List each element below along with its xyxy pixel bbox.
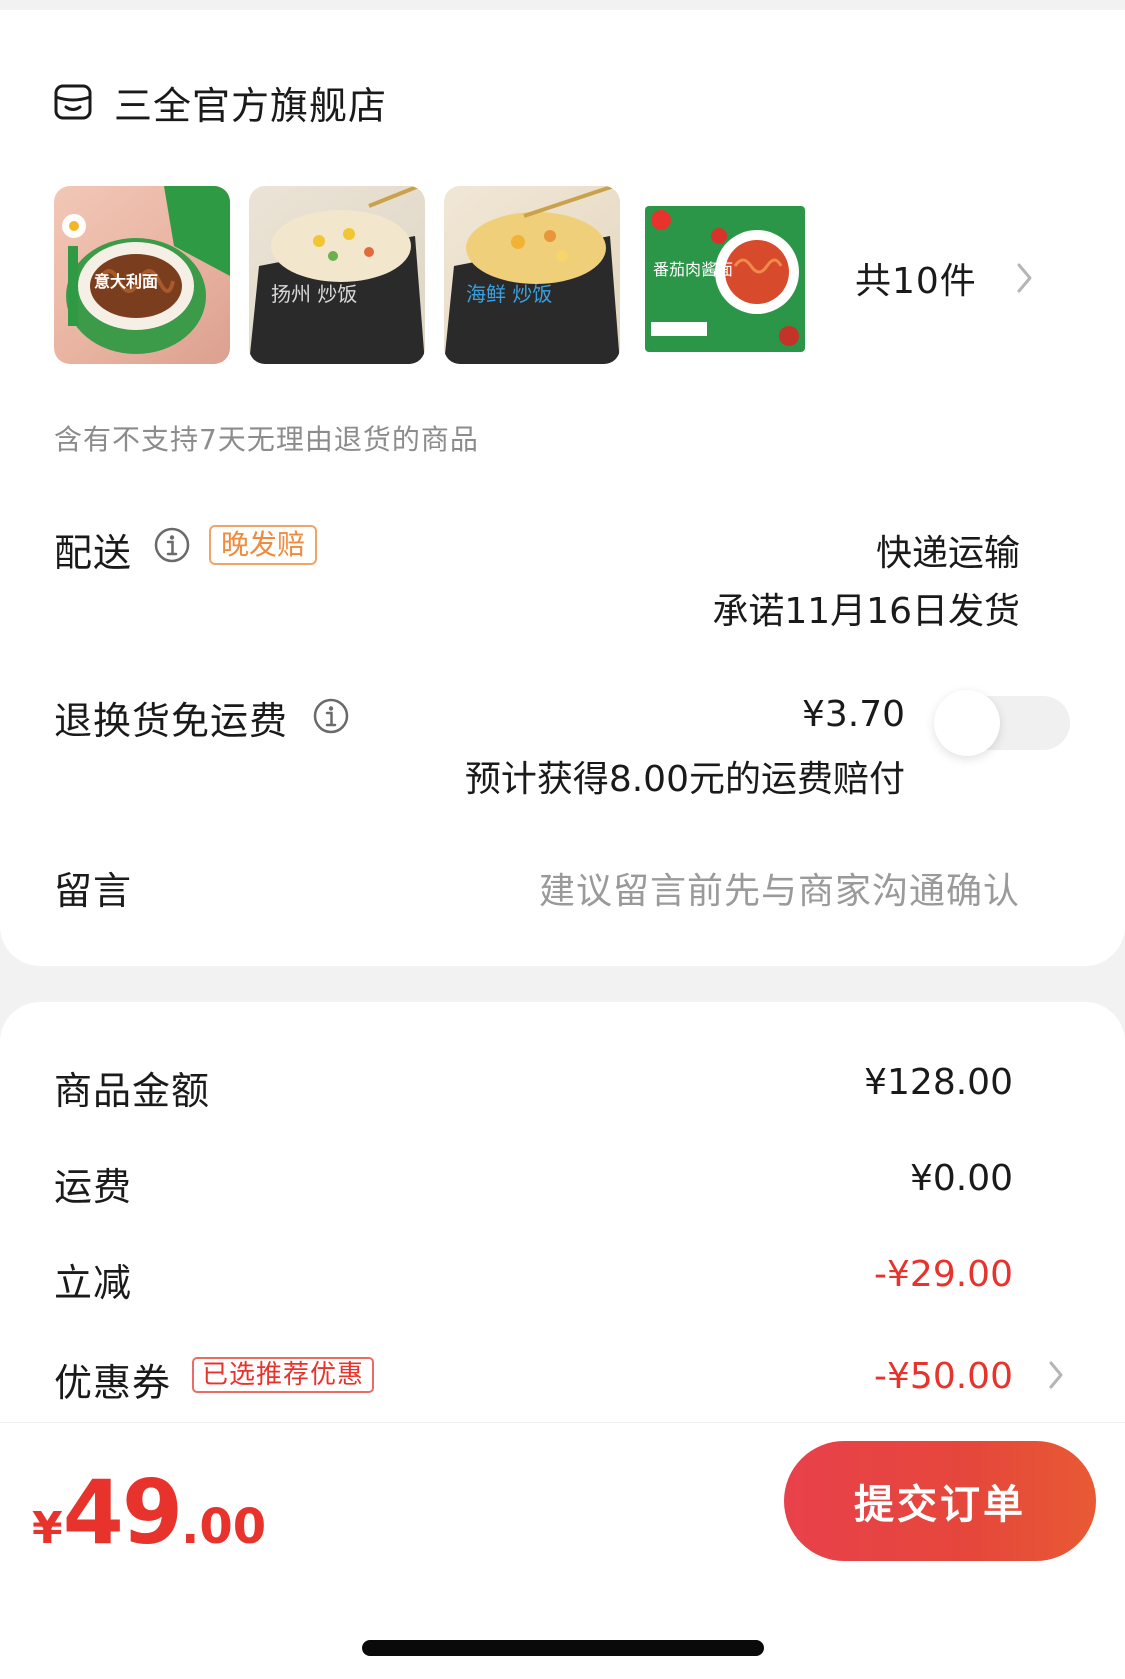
product-pack-text: 意大利面 [94,272,159,291]
chevron-right-icon[interactable] [1047,1360,1065,1390]
price-summary-card: 商品金额 ¥128.00 运费 ¥0.00 立减 -¥29.00 优惠券 已选推… [0,1002,1125,1422]
return-shipping-label: 退换货免运费 [54,699,289,743]
return-policy-notice: 含有不支持7天无理由退货的商品 [54,423,479,456]
total-integer: 49 [62,1461,183,1564]
shipping-fee-value: ¥0.00 [909,1158,1013,1199]
late-shipment-compensation-tag: 晚发赔 [209,525,318,565]
store-name: 三全官方旗舰店 [114,83,388,128]
return-shipping-toggle[interactable] [934,690,1070,756]
instant-discount-label: 立减 [54,1261,133,1305]
product-count-label: 共10件 [855,261,977,302]
product-thumbnail-seafood-fried-rice[interactable]: 海鲜 炒饭 [444,186,620,364]
return-shipping-price: ¥3.70 [801,694,905,735]
coupon-label[interactable]: 优惠券 [54,1352,171,1407]
info-icon[interactable] [312,697,350,735]
product-thumbnails[interactable]: 意大利面 扬州 炒饭 海鲜 炒饭 番茄肉酱面 [54,186,834,364]
shipping-fee-label: 运费 [54,1165,133,1209]
return-shipping-compensation: 预计获得8.00元的运费赔付 [464,759,905,800]
toggle-knob [934,690,1000,756]
info-icon[interactable] [153,526,191,564]
product-count[interactable]: 共10件 [855,252,1035,304]
coupon-value[interactable]: -¥50.00 [874,1356,1013,1397]
goods-amount-value: ¥128.00 [864,1062,1013,1103]
store-icon [54,84,92,120]
shipping-method: 快递运输 [875,533,1020,574]
delivery-label: 配送 [54,531,133,575]
product-pack-text: 海鲜 炒饭 [466,282,553,306]
submit-order-button[interactable]: 提交订单 [784,1441,1096,1561]
coupon-recommended-tag: 已选推荐优惠 [192,1357,375,1393]
shipping-promise: 承诺11月16日发货 [712,591,1020,632]
home-indicator-area [0,1574,1125,1679]
message-label: 留言 [54,869,133,913]
currency-symbol: ¥ [32,1503,63,1554]
checkout-bar: ¥ 49 .00 提交订单 [0,1422,1125,1574]
seafood-rice-package-image [444,186,620,364]
product-pack-text: 番茄肉酱面 [653,260,734,279]
fried-rice-package-image [249,186,425,364]
message-input[interactable]: 建议留言前先与商家沟通确认 [539,862,1020,914]
chevron-right-icon [1017,263,1032,293]
product-thumbnail-yangzhou-fried-rice[interactable]: 扬州 炒饭 [249,186,425,364]
product-thumbnail-spaghetti[interactable]: 意大利面 [54,186,230,364]
product-thumbnail-tomato-meat-sauce-noodles[interactable]: 番茄肉酱面 [639,186,815,364]
store-header[interactable]: 三全官方旗舰店 [54,72,387,132]
order-card: 三全官方旗舰店 意大利面 扬州 炒饭 海鲜 炒饭 番茄肉酱面 共10件 含有不支… [0,10,1125,966]
total-decimal: .00 [181,1499,267,1555]
product-pack-text: 扬州 炒饭 [271,282,358,306]
checkout-page: 三全官方旗舰店 意大利面 扬州 炒饭 海鲜 炒饭 番茄肉酱面 共10件 含有不支… [0,0,1125,1679]
total-price: ¥ 49 .00 [32,1461,266,1564]
goods-amount-label: 商品金额 [54,1069,211,1113]
instant-discount-value: -¥29.00 [874,1254,1013,1295]
home-indicator[interactable] [362,1640,764,1656]
